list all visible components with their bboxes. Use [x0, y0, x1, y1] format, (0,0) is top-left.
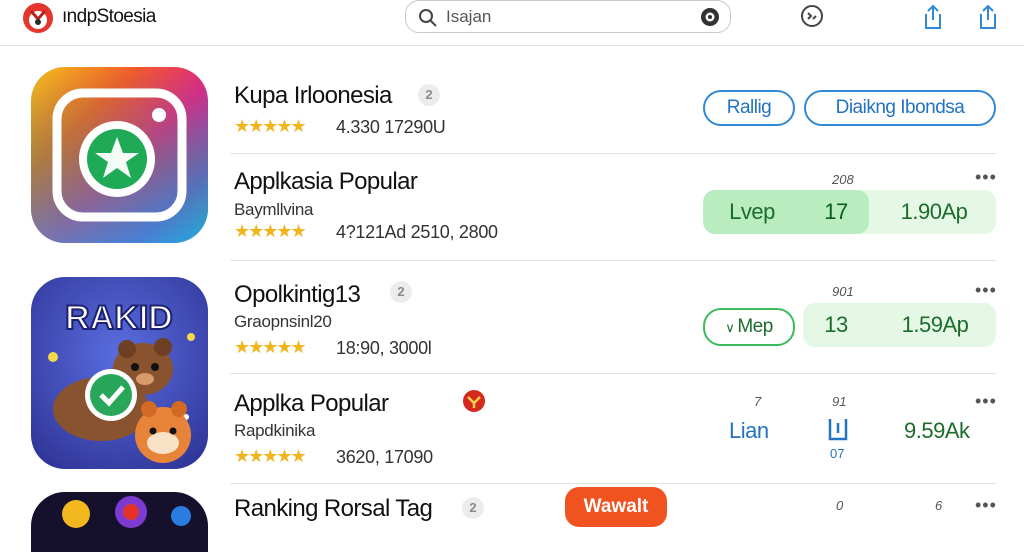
app-meta: 4.330 17290U — [336, 117, 446, 137]
rating-stars: ★★★★★ — [234, 116, 307, 136]
stat-size: 1.59Ap — [901, 312, 969, 337]
app-title[interactable]: Applka Popular — [234, 390, 389, 418]
rank-tag: 6 — [935, 498, 943, 513]
rank-tag: 91 — [832, 394, 847, 409]
svg-text:RAKID: RAKID — [65, 299, 173, 337]
stat-number: 17 — [824, 199, 848, 224]
app-logo-icon[interactable] — [20, 2, 56, 34]
get-button[interactable]: Wawalt — [565, 487, 667, 527]
game-app-icon[interactable] — [31, 492, 208, 552]
more-icon[interactable]: ••• — [975, 167, 997, 188]
stat-label: Lvep — [729, 199, 775, 224]
ranking-button[interactable]: Diaikng Ibondsa — [804, 90, 996, 126]
share-icon[interactable] — [921, 4, 945, 30]
share-alt-icon[interactable] — [976, 4, 1000, 30]
more-icon[interactable]: ••• — [975, 495, 997, 516]
more-icon[interactable]: ••• — [975, 280, 997, 301]
divider — [230, 373, 996, 374]
install-button[interactable]: ∨ Mep — [703, 308, 795, 346]
stats-bar[interactable]: 13 1.59Ap — [803, 303, 996, 347]
app-title[interactable]: Applkasia Popular — [234, 168, 418, 196]
brand-name: ındpStoesia — [62, 6, 156, 27]
rating-stars: ★★★★★ — [234, 446, 307, 466]
stats-bar[interactable]: Lvep 17 1.90Ap — [703, 190, 996, 234]
rating-button[interactable]: Rallig — [703, 90, 795, 126]
search-icon — [419, 9, 437, 27]
app-meta: 18:90, 3000l — [336, 338, 432, 358]
app-title[interactable]: Ranking Rorsal Tag — [234, 495, 433, 523]
app-title[interactable]: Opolkintig13 — [234, 281, 361, 309]
install-button-label: Mep — [737, 316, 773, 337]
camera-icon[interactable] — [700, 7, 720, 27]
stat-label: Lian — [729, 418, 769, 443]
app-meta: 4?121Ad 2510, 2800 — [336, 222, 498, 242]
search-input[interactable] — [446, 6, 686, 28]
stat-size: 9.59Ak — [904, 418, 970, 443]
rating-stars: ★★★★★ — [234, 337, 307, 357]
rating-stars: ★★★★★ — [234, 221, 307, 241]
search-bar[interactable] — [405, 0, 731, 33]
rakid-game-icon[interactable]: RAKID — [31, 277, 208, 469]
info-badge[interactable]: 2 — [462, 497, 484, 519]
divider — [230, 153, 996, 154]
award-icon — [463, 390, 485, 412]
more-icon[interactable]: ••• — [975, 391, 997, 412]
info-badge[interactable]: 2 — [390, 281, 412, 303]
app-subtitle: Baymllvina — [234, 200, 314, 219]
stat-number: 13 — [824, 312, 848, 337]
settings-icon[interactable] — [800, 4, 824, 28]
bookmark-icon[interactable] — [826, 417, 850, 441]
stat-size: 1.90Ap — [900, 199, 968, 224]
rank-tag: 7 — [754, 394, 762, 409]
top-bar: ındpStoesia — [0, 0, 1024, 46]
divider — [230, 483, 996, 484]
app-title[interactable]: Kupa Irloonesia — [234, 82, 392, 110]
info-badge[interactable]: 2 — [418, 84, 440, 106]
app-subtitle: Rapdkinika — [234, 421, 316, 440]
app-subtitle: Graopnsinl20 — [234, 312, 332, 331]
divider — [230, 260, 996, 261]
chevron-down-icon: ∨ — [725, 320, 738, 335]
rank-tag: 901 — [832, 284, 854, 299]
camera-app-icon[interactable] — [31, 67, 208, 243]
rank-tag: 0 — [836, 498, 844, 513]
app-meta: 3620, 17090 — [336, 447, 433, 467]
stat-number: 07 — [830, 446, 845, 461]
rank-tag: 208 — [832, 172, 854, 187]
